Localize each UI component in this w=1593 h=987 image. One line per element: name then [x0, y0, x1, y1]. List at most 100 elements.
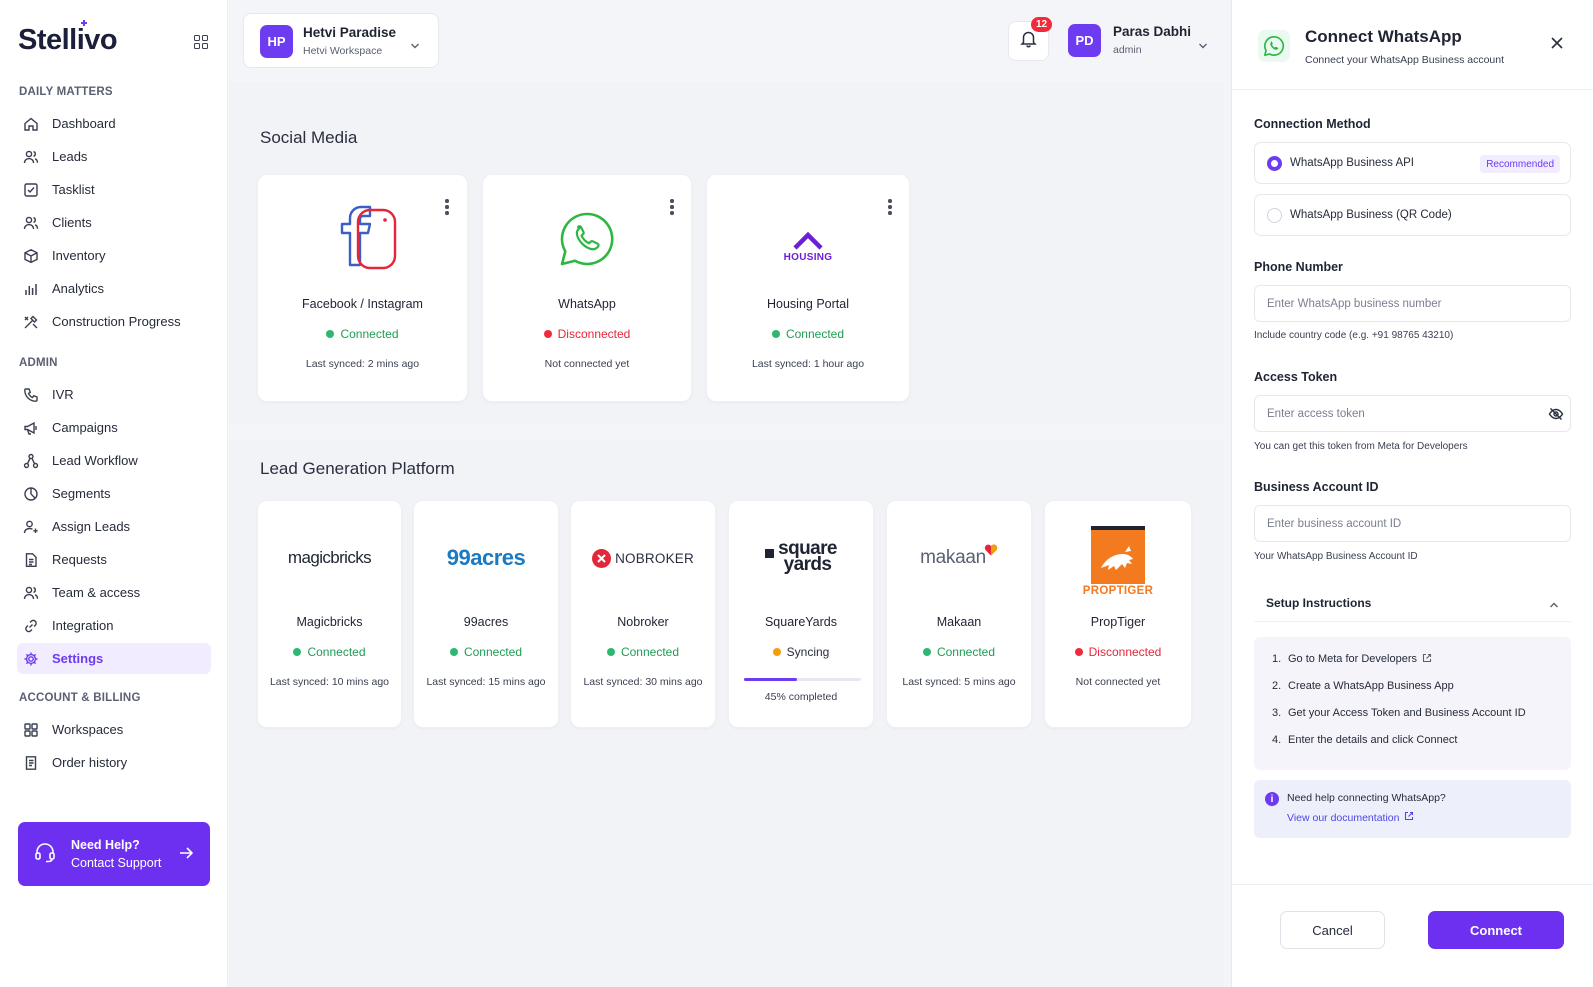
- setup-instructions-toggle[interactable]: Setup Instructions: [1254, 584, 1571, 622]
- radio-unselected-icon: [1267, 207, 1282, 223]
- megaphone-icon: [22, 419, 39, 436]
- eye-off-icon[interactable]: [1548, 407, 1564, 426]
- apps-grid-icon[interactable]: [194, 35, 208, 49]
- status-dot: [771, 330, 780, 338]
- help-title: Need Help?: [71, 838, 140, 852]
- sidebar-item-team-access[interactable]: Team & access: [17, 577, 211, 608]
- drawer-subtitle: Connect your WhatsApp Business account: [1305, 54, 1505, 66]
- more-options-icon[interactable]: [888, 199, 892, 217]
- sidebar-item-settings[interactable]: Settings: [17, 643, 211, 674]
- 99acres-logo-text: 99acres: [446, 545, 526, 570]
- team-icon: [22, 584, 39, 601]
- documentation-link[interactable]: View our documentation: [1287, 811, 1414, 824]
- sync-text: Last synced: 2 mins ago: [305, 358, 420, 370]
- sidebar-item-clients[interactable]: Clients: [17, 207, 211, 238]
- business-account-id-input[interactable]: [1254, 505, 1571, 542]
- app-logo[interactable]: Stellivo: [18, 20, 118, 57]
- sidebar-item-segments[interactable]: Segments: [17, 478, 211, 509]
- help-subtitle: Contact Support: [71, 856, 162, 870]
- link-icon: [22, 617, 39, 634]
- setup-step[interactable]: 1. Go to Meta for Developers: [1272, 653, 1571, 680]
- radio-label: WhatsApp Business API: [1290, 157, 1415, 169]
- card-name: PropTiger: [1090, 615, 1146, 629]
- contact-support-button[interactable]: Need Help? Contact Support: [18, 822, 210, 886]
- sync-text: Last synced: 30 mins ago: [583, 676, 703, 688]
- nobroker-mark-icon: [592, 548, 612, 568]
- integration-card-housing-portal[interactable]: HOUSING Housing Portal Connected Last sy…: [706, 174, 910, 402]
- sidebar-item-campaigns[interactable]: Campaigns: [17, 412, 211, 443]
- help-question: Need help connecting WhatsApp?: [1287, 792, 1446, 804]
- tools-icon: [22, 313, 39, 330]
- chevron-up-icon: [1549, 598, 1559, 612]
- sidebar-item-dashboard[interactable]: Dashboard: [17, 108, 211, 139]
- sidebar-item-label: Team & access: [52, 585, 141, 600]
- sidebar-item-assign-leads[interactable]: Assign Leads: [17, 511, 211, 542]
- card-name: WhatsApp: [558, 297, 616, 311]
- section-label-daily-matters: DAILY MATTERS: [19, 86, 113, 98]
- step-number: 2.: [1272, 680, 1282, 692]
- phone-number-input[interactable]: [1254, 285, 1571, 322]
- sidebar-item-label: Construction Progress: [52, 314, 181, 329]
- sidebar-item-ivr[interactable]: IVR: [17, 379, 211, 410]
- status-dot: [326, 330, 335, 338]
- card-name: Magicbricks: [296, 615, 363, 629]
- notification-count-badge: 12: [1031, 17, 1052, 32]
- integration-card-whatsapp[interactable]: WhatsApp Disconnected Not connected yet: [482, 174, 692, 402]
- close-icon[interactable]: [1550, 36, 1564, 50]
- user-name[interactable]: Paras Dabhi: [1113, 24, 1191, 39]
- logo-plus-mark: [81, 20, 87, 26]
- connect-button[interactable]: Connect: [1428, 911, 1564, 949]
- business-account-id-label: Business Account ID: [1254, 480, 1379, 494]
- sidebar-item-requests[interactable]: Requests: [17, 544, 211, 575]
- 99acres-logo: 99acres: [414, 541, 558, 575]
- integration-card-99acres[interactable]: 99acres 99acres Connected Last synced: 1…: [413, 500, 559, 728]
- access-token-input[interactable]: [1254, 395, 1571, 432]
- status-badge: Connected: [258, 645, 401, 659]
- sidebar-item-integration[interactable]: Integration: [17, 610, 211, 641]
- status-text: Connected: [620, 645, 680, 659]
- status-badge: Connected: [571, 645, 715, 659]
- sidebar-item-leads[interactable]: Leads: [17, 141, 211, 172]
- cancel-button[interactable]: Cancel: [1280, 911, 1385, 949]
- status-text: Syncing: [786, 645, 830, 659]
- radio-whatsapp-business-qr[interactable]: WhatsApp Business (QR Code): [1254, 194, 1571, 236]
- sidebar-item-tasklist[interactable]: Tasklist: [17, 174, 211, 205]
- sidebar-item-inventory[interactable]: Inventory: [17, 240, 211, 271]
- sidebar-item-label: Dashboard: [52, 116, 116, 131]
- status-text: Disconnected: [557, 327, 631, 341]
- external-link-icon: [1404, 811, 1414, 824]
- integration-card-makaan[interactable]: makaan Makaan Connected Last synced: 5 m…: [886, 500, 1032, 728]
- sidebar-item-lead-workflow[interactable]: Lead Workflow: [17, 445, 211, 476]
- step-text: Create a WhatsApp Business App: [1288, 680, 1454, 692]
- sidebar-item-construction-progress[interactable]: Construction Progress: [17, 306, 211, 337]
- step-text: Go to Meta for Developers: [1288, 653, 1418, 665]
- bell-icon: [1019, 29, 1038, 53]
- status-text: Disconnected: [1088, 645, 1162, 659]
- status-dot: [1074, 648, 1083, 656]
- checkbox-icon: [22, 181, 39, 198]
- card-name: 99acres: [463, 615, 509, 629]
- step-text: Enter the details and click Connect: [1288, 734, 1458, 746]
- integration-card-proptiger[interactable]: PROPTIGER PropTiger Disconnected Not con…: [1044, 500, 1192, 728]
- users-icon: [22, 148, 39, 165]
- user-menu-chevron-icon[interactable]: [1198, 37, 1208, 55]
- sidebar-item-workspaces[interactable]: Workspaces: [17, 714, 211, 745]
- integration-card-nobroker[interactable]: NOBROKER Nobroker Connected Last synced:…: [570, 500, 716, 728]
- sidebar-item-label: Tasklist: [52, 182, 95, 197]
- workspace-selector[interactable]: HP Hetvi Paradise Hetvi Workspace: [243, 13, 439, 68]
- sidebar-item-order-history[interactable]: Order history: [17, 747, 211, 778]
- integration-card-magicbricks[interactable]: magicbricks Magicbricks Connected Last s…: [257, 500, 402, 728]
- radio-whatsapp-business-api[interactable]: WhatsApp Business API Recommended: [1254, 142, 1571, 184]
- status-text: Connected: [307, 645, 366, 659]
- integration-card-squareyards[interactable]: square yards SquareYards Syncing 45% com…: [728, 500, 874, 728]
- integration-card-facebook-instagram[interactable]: Facebook / Instagram Connected Last sync…: [257, 174, 468, 402]
- user-avatar[interactable]: PD: [1068, 24, 1101, 57]
- card-name: Nobroker: [617, 615, 669, 629]
- status-text: Connected: [340, 327, 399, 341]
- workflow-icon: [22, 452, 39, 469]
- makaan-logo: makaan: [887, 541, 1031, 575]
- sidebar-item-analytics[interactable]: Analytics: [17, 273, 211, 304]
- step-number: 1.: [1272, 653, 1282, 665]
- arrow-right-icon: [177, 844, 195, 867]
- status-dot: [606, 648, 615, 656]
